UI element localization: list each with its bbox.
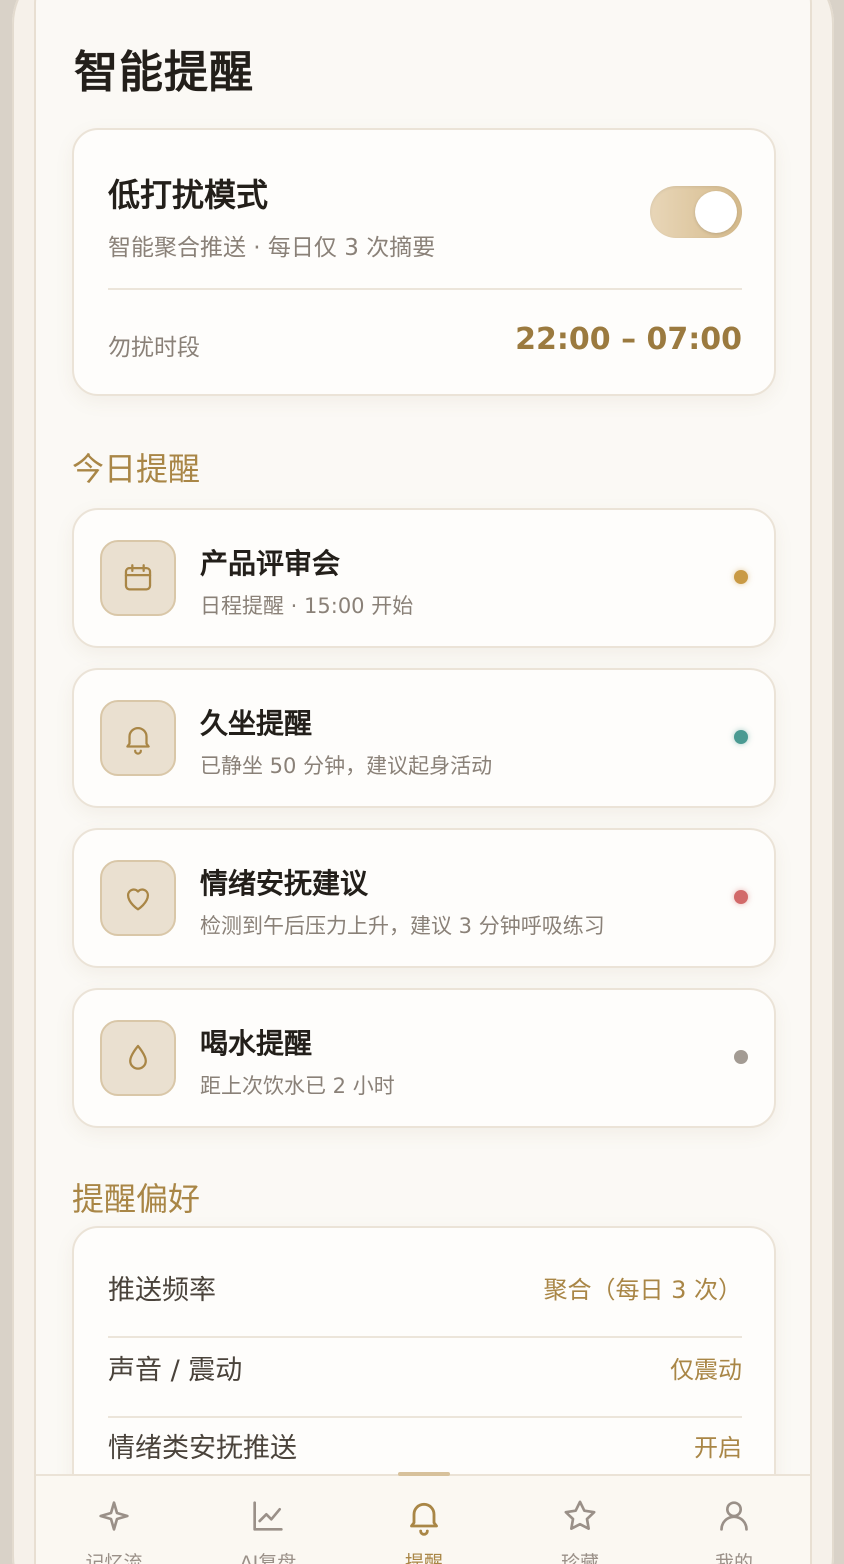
low-disturb-toggle[interactable] (650, 186, 742, 238)
user-icon (714, 1501, 754, 1540)
tab-profile[interactable]: 我的 (674, 1496, 794, 1564)
today-section-title: 今日提醒 (72, 450, 201, 488)
pref-value: 聚合（每日 3 次） (543, 1276, 742, 1304)
pref-value: 仅震动 (670, 1356, 742, 1384)
reminder-subtitle: 检测到午后压力上升，建议 3 分钟呼吸练习 (200, 914, 605, 938)
pref-label: 声音 / 震动 (108, 1355, 243, 1386)
pref-row-sound[interactable]: 声音 / 震动 仅震动 (108, 1326, 742, 1406)
toggle-knob (695, 191, 737, 233)
low-disturb-card: 低打扰模式 智能聚合推送 · 每日仅 3 次摘要 勿扰时段 22:00 – 07… (72, 128, 776, 396)
quiet-hours-label: 勿扰时段 (108, 335, 200, 361)
tab-ai-review[interactable]: AI复盘 (208, 1496, 328, 1564)
reminder-title: 喝水提醒 (200, 1027, 313, 1060)
page-title: 智能提醒 (74, 47, 254, 98)
calendar-icon (100, 540, 176, 616)
tab-reminders[interactable]: 提醒 (364, 1496, 484, 1564)
reminder-title: 情绪安抚建议 (200, 867, 369, 900)
bell-icon (404, 1502, 444, 1540)
status-dot (734, 730, 748, 744)
reminder-card-emotion[interactable]: 情绪安抚建议 检测到午后压力上升，建议 3 分钟呼吸练习 (72, 828, 776, 968)
tab-memory-stream[interactable]: 记忆流 (54, 1496, 174, 1564)
sparkle-icon (94, 1501, 134, 1540)
app-screen: 智能提醒 低打扰模式 智能聚合推送 · 每日仅 3 次摘要 勿扰时段 22:00… (34, 0, 812, 1564)
water-drop-icon (100, 1020, 176, 1096)
reminder-card-meeting[interactable]: 产品评审会 日程提醒 · 15:00 开始 (72, 508, 776, 648)
pref-label: 情绪类安抚推送 (108, 1433, 297, 1464)
star-icon (560, 1500, 600, 1540)
status-dot (734, 570, 748, 584)
tab-label: 记忆流 (85, 1552, 143, 1564)
low-disturb-title: 低打扰模式 (108, 176, 269, 214)
pref-row-frequency[interactable]: 推送频率 聚合（每日 3 次） (108, 1246, 742, 1326)
status-dot (734, 1050, 748, 1064)
chart-line-icon (248, 1501, 288, 1540)
bottom-tab-bar: 记忆流 AI复盘 提醒 珍藏 我的 (36, 1472, 810, 1564)
quiet-hours-value[interactable]: 22:00 – 07:00 (515, 322, 742, 357)
heart-icon (100, 860, 176, 936)
tab-favorites[interactable]: 珍藏 (520, 1496, 640, 1564)
reminder-subtitle: 日程提醒 · 15:00 开始 (200, 594, 414, 618)
reminder-subtitle: 距上次饮水已 2 小时 (200, 1074, 395, 1098)
tab-label: 提醒 (404, 1552, 443, 1564)
reminder-subtitle: 已静坐 50 分钟，建议起身活动 (200, 754, 493, 778)
pref-label: 推送频率 (108, 1275, 216, 1306)
tab-label: 我的 (714, 1552, 753, 1564)
status-dot (734, 890, 748, 904)
active-tab-indicator (398, 1472, 450, 1476)
reminder-title: 产品评审会 (200, 547, 341, 580)
low-disturb-subtitle: 智能聚合推送 · 每日仅 3 次摘要 (108, 235, 436, 261)
tab-label: 珍藏 (560, 1552, 599, 1564)
pref-value: 开启 (694, 1434, 742, 1462)
bell-icon (100, 700, 176, 776)
preferences-section-title: 提醒偏好 (72, 1180, 201, 1218)
reminder-title: 久坐提醒 (200, 707, 313, 740)
reminder-card-water[interactable]: 喝水提醒 距上次饮水已 2 小时 (72, 988, 776, 1128)
tab-label: AI复盘 (239, 1552, 297, 1564)
reminder-card-sedentary[interactable]: 久坐提醒 已静坐 50 分钟，建议起身活动 (72, 668, 776, 808)
divider (108, 288, 742, 290)
